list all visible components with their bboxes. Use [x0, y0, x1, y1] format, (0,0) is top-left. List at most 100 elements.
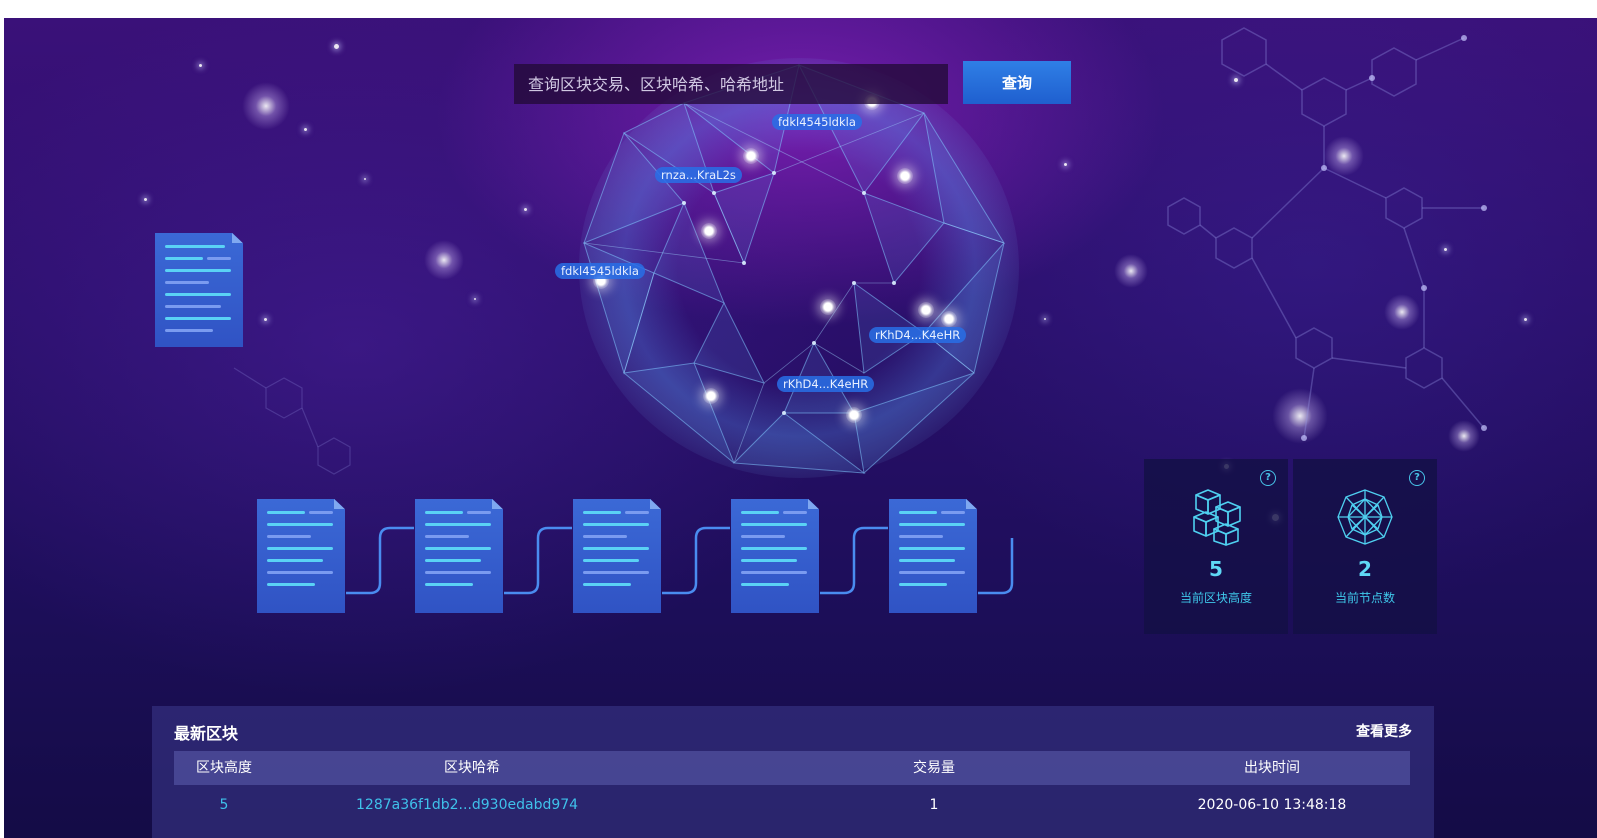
doc-line — [583, 547, 649, 550]
doc-line — [899, 583, 947, 586]
background-star — [364, 178, 366, 180]
doc-line — [425, 523, 491, 526]
doc-line — [467, 511, 491, 514]
search-input[interactable] — [514, 64, 948, 104]
background-glow — [424, 240, 464, 280]
doc-line — [165, 281, 209, 284]
doc-line — [267, 583, 315, 586]
doc-line — [425, 547, 491, 550]
network-node-dot[interactable] — [743, 148, 759, 164]
background-star — [199, 64, 202, 67]
network-node-dot[interactable] — [701, 223, 717, 239]
doc-line — [741, 571, 807, 574]
doc-line — [741, 583, 789, 586]
network-node-label[interactable]: fdkl4545ldkla — [772, 114, 862, 130]
block-hash-cell[interactable]: 1287a36f1db2...d930edabd974 — [274, 788, 734, 822]
doc-line — [425, 583, 473, 586]
doc-line — [165, 245, 225, 248]
doc-line — [899, 547, 965, 550]
doc-line — [309, 511, 333, 514]
block-height-cell[interactable]: 5 — [174, 788, 274, 822]
background-star — [334, 44, 339, 49]
doc-line — [207, 257, 231, 260]
network-node-dot[interactable] — [703, 388, 719, 404]
doc-line — [425, 559, 481, 562]
doc-line — [899, 535, 943, 538]
background-star — [1064, 163, 1067, 166]
network-node-dot[interactable] — [941, 311, 957, 327]
table-row[interactable]: 5 1287a36f1db2...d930edabd974 1 2020-06-… — [174, 788, 1410, 822]
tx-count-cell: 1 — [929, 797, 939, 813]
doc-line — [267, 547, 333, 550]
doc-corner — [232, 233, 243, 243]
doc-line — [583, 511, 621, 514]
block-icon — [731, 499, 819, 613]
search-button[interactable]: 查询 — [963, 61, 1071, 104]
doc-line — [267, 535, 311, 538]
node-count-value: 2 — [1358, 557, 1372, 581]
network-node-label[interactable]: fdkl4545ldkla — [555, 263, 645, 279]
background-star — [1524, 318, 1527, 321]
column-header-hash: 区块哈希 — [444, 760, 500, 776]
doc-line — [941, 511, 965, 514]
network-node-dot[interactable] — [820, 299, 836, 315]
latest-blocks-title: 最新区块 — [174, 724, 239, 743]
doc-line — [899, 523, 965, 526]
dashboard-canvas: fdkl4545ldkla rnza...KraL2s fdkl4545ldkl… — [4, 18, 1597, 838]
block-height-card: ? 5 当前区块高度 — [1144, 459, 1288, 634]
block-height-value: 5 — [1209, 557, 1223, 581]
latest-blocks-panel: 最新区块 查看更多 区块高度 区块哈希 交易量 出块时间 5 1287a36f1… — [152, 706, 1434, 838]
doc-line — [899, 559, 955, 562]
column-header-tx-count: 交易量 — [913, 760, 955, 776]
network-node-label[interactable]: rnza...KraL2s — [655, 167, 742, 183]
node-count-label: 当前节点数 — [1334, 591, 1395, 605]
doc-line — [583, 523, 649, 526]
doc-line — [165, 269, 231, 272]
table-header: 区块高度 区块哈希 交易量 出块时间 — [174, 751, 1410, 785]
doc-line — [267, 571, 333, 574]
background-star — [1044, 318, 1046, 320]
block-icon — [415, 499, 503, 613]
network-node-dot[interactable] — [918, 302, 934, 318]
network-node-dot[interactable] — [846, 407, 862, 423]
doc-line — [741, 511, 779, 514]
doc-corner — [650, 499, 661, 509]
doc-line — [267, 523, 333, 526]
block-icon — [257, 499, 345, 613]
doc-line — [267, 559, 323, 562]
doc-line — [583, 559, 639, 562]
doc-line — [583, 535, 627, 538]
background-glow — [242, 82, 290, 130]
doc-line — [267, 511, 305, 514]
doc-line — [425, 571, 491, 574]
molecule-decoration — [233, 367, 351, 475]
document-icon — [155, 233, 243, 347]
background-star — [144, 198, 147, 201]
doc-line — [741, 535, 785, 538]
doc-line — [741, 523, 807, 526]
globe-network-icon — [1337, 489, 1393, 545]
block-icon — [573, 499, 661, 613]
doc-line — [625, 511, 649, 514]
doc-corner — [808, 499, 819, 509]
doc-line — [165, 329, 213, 332]
question-circle-icon[interactable]: ? — [1409, 470, 1425, 486]
network-node-label[interactable]: rKhD4...K4eHR — [869, 327, 967, 343]
network-node-dot[interactable] — [897, 168, 913, 184]
doc-line — [899, 511, 937, 514]
block-height-label: 当前区块高度 — [1179, 591, 1252, 605]
doc-line — [741, 559, 797, 562]
doc-line — [165, 257, 203, 260]
doc-line — [783, 511, 807, 514]
cubes-icon — [1193, 489, 1241, 546]
background-star — [524, 208, 527, 211]
column-header-height: 区块高度 — [196, 760, 252, 776]
doc-line — [165, 305, 221, 308]
network-node-label[interactable]: rKhD4...K4eHR — [777, 376, 875, 392]
question-circle-icon[interactable]: ? — [1260, 470, 1276, 486]
block-icon — [889, 499, 977, 613]
block-time-cell: 2020-06-10 13:48:18 — [1197, 797, 1347, 813]
view-more-link[interactable]: 查看更多 — [1356, 721, 1412, 741]
doc-line — [583, 583, 631, 586]
molecule-decoration — [1167, 27, 1487, 441]
